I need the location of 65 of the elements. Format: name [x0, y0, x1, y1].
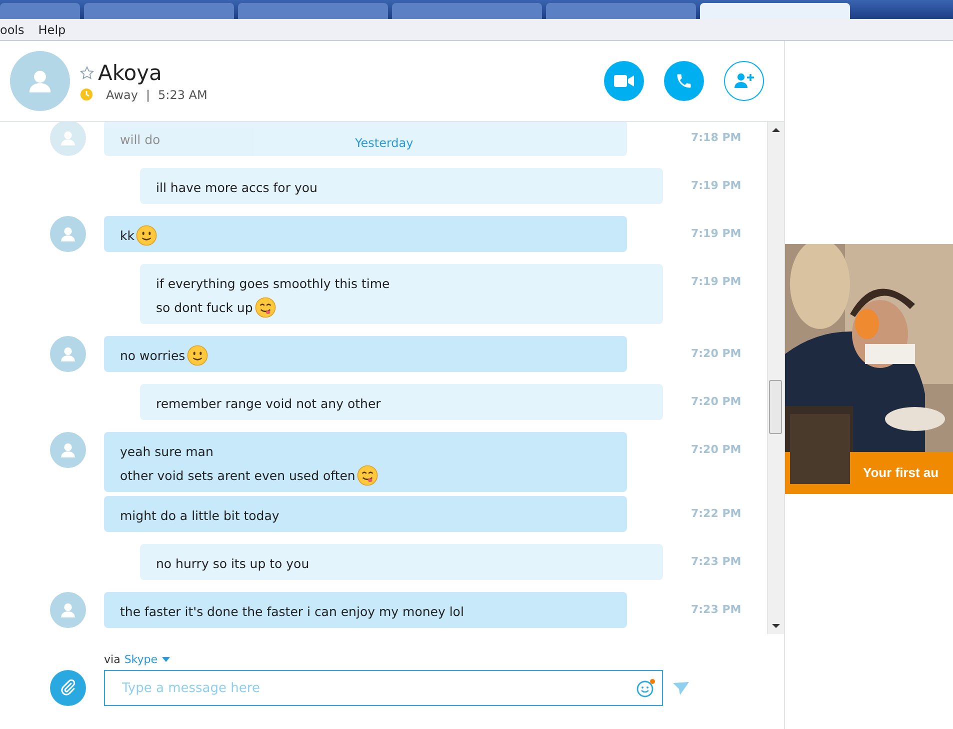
message-time: 7:23 PM [691, 555, 742, 568]
video-call-button[interactable] [604, 61, 644, 101]
status-text: Away [106, 88, 138, 102]
message-text: might do a little bit today [120, 508, 280, 522]
browser-tab[interactable] [238, 3, 388, 19]
browser-tab[interactable] [546, 3, 696, 19]
browser-tab[interactable] [700, 3, 850, 19]
message-text: remember range void not any other [156, 396, 381, 410]
send-button[interactable] [673, 682, 689, 694]
caret-icon[interactable] [162, 657, 170, 662]
tongue-smiley-icon [254, 296, 276, 318]
message-input[interactable]: Type a message here [120, 680, 636, 696]
tongue-smiley-icon [357, 464, 378, 486]
message-text: if everything goes smoothly this time [156, 276, 390, 290]
local-time: 5:23 AM [158, 88, 208, 102]
message-text: so dont fuck up [156, 300, 253, 314]
clock-icon [80, 88, 93, 101]
scrollbar-thumb[interactable] [769, 380, 782, 434]
message-text: no hurry so its up to you [156, 556, 310, 570]
menu-item[interactable]: Help [38, 22, 66, 36]
send-icon [673, 682, 689, 694]
message-time: 7:20 PM [691, 347, 742, 360]
date-divider: Yesterday [355, 136, 414, 150]
message-time: 7:22 PM [691, 507, 742, 520]
scroll-up-icon[interactable] [772, 127, 780, 133]
scroll-down-icon[interactable] [772, 623, 780, 629]
call-button[interactable] [664, 61, 704, 101]
contact-avatar[interactable] [50, 592, 86, 628]
browser-tab[interactable] [84, 3, 234, 19]
star-icon[interactable] [80, 66, 94, 80]
message-text: other void sets arent even used often [120, 468, 356, 482]
contact-avatar[interactable] [50, 432, 86, 468]
message-text: no worries [120, 348, 186, 362]
scrollbar[interactable] [767, 122, 784, 634]
message-time: 7:19 PM [691, 275, 742, 288]
via-label: via [104, 653, 120, 666]
smiley-icon [136, 224, 158, 246]
paperclip-icon [59, 679, 77, 697]
emoticon-icon[interactable] [636, 678, 656, 698]
attach-button[interactable] [50, 670, 86, 706]
contact-avatar[interactable] [50, 216, 86, 252]
message-text: ill have more accs for you [156, 180, 318, 194]
menu-item[interactable]: ools [0, 22, 24, 36]
message-time: 7:18 PM [691, 131, 742, 144]
contact-avatar[interactable] [50, 336, 86, 372]
message-time: 7:20 PM [691, 395, 742, 408]
message-text: yeah sure man [120, 444, 214, 458]
add-contact-button[interactable] [724, 61, 764, 101]
add-person-icon [733, 72, 755, 90]
separator: | [146, 88, 150, 102]
message-text: the faster it's done the faster i can enjoy my money lol [120, 604, 464, 618]
smiley-icon [187, 344, 208, 366]
message-time: 7:23 PM [691, 603, 742, 616]
phone-icon [675, 72, 693, 90]
video-camera-icon [614, 74, 634, 88]
message-text: kk [120, 228, 134, 242]
message-time: 7:20 PM [691, 443, 742, 456]
browser-tab[interactable] [0, 3, 80, 19]
browser-tab[interactable] [392, 3, 542, 19]
message-time: 7:19 PM [691, 227, 742, 240]
message-box[interactable]: Type a message here [104, 670, 663, 706]
contact-name: Akoya [98, 60, 162, 84]
message-text: will do [120, 132, 160, 146]
message-time: 7:19 PM [691, 179, 742, 192]
contact-avatar[interactable] [50, 122, 86, 156]
